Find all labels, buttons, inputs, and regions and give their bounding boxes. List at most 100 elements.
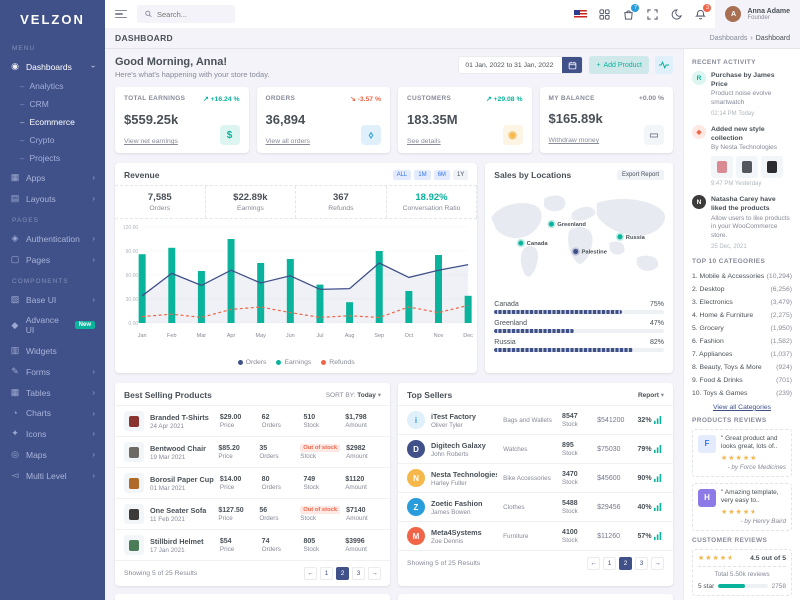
table-row[interactable]: i iTest Factory Oliver Tyler Bags and Wa… (398, 405, 673, 434)
sidebar-item-tables[interactable]: ▦Tables› (0, 382, 105, 403)
legend-item[interactable]: Refunds (321, 359, 354, 366)
breadcrumb-root[interactable]: Dashboards (710, 35, 748, 42)
notifications-bell-icon[interactable]: 3 (694, 8, 707, 21)
sidebar-item-analytics[interactable]: Analytics (0, 77, 105, 95)
language-flag-icon[interactable] (574, 8, 587, 21)
date-range-picker[interactable] (458, 56, 583, 74)
sidebar-item-charts[interactable]: ◔Charts› (0, 403, 105, 423)
page-button[interactable]: ← (587, 557, 600, 570)
category-row[interactable]: 5. Grocery (1,950) (692, 322, 792, 335)
review-card[interactable]: F " Great product and looks great, lots … (692, 429, 792, 477)
map-marker-russia[interactable] (618, 234, 623, 239)
range-button[interactable]: 1Y (453, 170, 468, 180)
category-row[interactable]: 3. Electronics (3,479) (692, 296, 792, 309)
sort-by-control[interactable]: SORT BY: Today ▾ (326, 391, 381, 399)
stat-link[interactable]: Withdraw money (549, 137, 600, 144)
cart-icon[interactable]: 7 (622, 8, 635, 21)
add-product-button[interactable]: +Add Product (589, 56, 649, 74)
sidebar-item-crm[interactable]: CRM (0, 95, 105, 113)
location-name: Canada (494, 301, 519, 308)
brand-logo[interactable]: VELZON (0, 0, 105, 37)
table-row[interactable]: Branded T-Shirts 24 Apr 2021 $29.00Price… (115, 405, 390, 436)
sidebar-item-widgets[interactable]: ▥Widgets (0, 340, 105, 361)
dark-mode-icon[interactable] (670, 8, 683, 21)
page-head: DASHBOARD Dashboards›Dashboard (105, 28, 800, 49)
product-date: 17 Jan 2021 (150, 547, 214, 554)
category-row[interactable]: 1. Mobile & Accessories (10,294) (692, 270, 792, 283)
table-row[interactable]: M Meta4Systems Zoe Dennis Furniture 4100… (398, 521, 673, 550)
table-row[interactable]: D Digitech Galaxy John Roberts Watches 8… (398, 434, 673, 463)
category-row[interactable]: 8. Beauty, Toys & More (924) (692, 361, 792, 374)
calendar-icon (568, 61, 577, 70)
sidebar-item-authentication[interactable]: ◈Authentication› (0, 228, 105, 249)
category-row[interactable]: 2. Desktop (6,256) (692, 283, 792, 296)
page-button[interactable]: 2 (619, 557, 632, 570)
sidebar-item-apps[interactable]: ▦Apps› (0, 167, 105, 188)
table-row[interactable]: N Nesta Technologies Harley Fuller Bike … (398, 463, 673, 492)
view-all-categories-link[interactable]: View all Categories (692, 404, 792, 411)
map-marker-greenland[interactable] (549, 222, 554, 227)
search-input[interactable] (157, 10, 227, 19)
sidebar-item-multi-level[interactable]: ◅Multi Level› (0, 465, 105, 486)
sidebar-item-layouts[interactable]: ▤Layouts› (0, 188, 105, 209)
sidebar-item-dashboards[interactable]: ◉Dashboards› (0, 56, 105, 77)
sidebar-item-icons[interactable]: ✦Icons› (0, 423, 105, 444)
report-control[interactable]: Report ▾ (638, 391, 664, 399)
product-date: 19 Mar 2021 (150, 454, 212, 461)
map-marker-palestine[interactable] (573, 249, 578, 254)
sidebar-item-maps[interactable]: ◎Maps› (0, 444, 105, 465)
page-button[interactable]: ← (304, 567, 317, 580)
revenue-chart[interactable]: 0.0030.0060.0090.00120.00JanFebMarAprMay… (115, 219, 477, 355)
page-button[interactable]: → (368, 567, 381, 580)
sidebar-item-ecommerce[interactable]: Ecommerce (0, 113, 105, 131)
stat-link[interactable]: View net earnings (124, 138, 178, 145)
legend-item[interactable]: Orders (238, 359, 267, 366)
fullscreen-icon[interactable] (646, 8, 659, 21)
page-button[interactable]: → (651, 557, 664, 570)
world-map[interactable]: CanadaGreenlandRussiaPalestine (485, 185, 673, 297)
calendar-button[interactable] (562, 57, 582, 73)
user-menu[interactable]: A Anna Adame Founder (715, 0, 800, 28)
map-marker-canada[interactable] (519, 241, 524, 246)
legend-item[interactable]: Earnings (276, 359, 311, 366)
table-row[interactable]: Borosil Paper Cup 01 Mar 2021 $14.00Pric… (115, 467, 390, 498)
review-card[interactable]: H " Amazing template, very easy to.. ★★★… (692, 483, 792, 531)
table-row[interactable]: One Seater Sofa 11 Feb 2021 $127.50Price… (115, 498, 390, 529)
export-report-button[interactable]: Export Report (617, 170, 664, 180)
category-row[interactable]: 9. Food & Drinks (701) (692, 374, 792, 387)
sidebar-item-forms[interactable]: ✎Forms› (0, 361, 105, 382)
category-count: (924) (776, 364, 792, 371)
range-button[interactable]: 1M (414, 170, 430, 180)
forms-icon: ✎ (10, 366, 20, 377)
product-image[interactable] (736, 156, 758, 178)
sidebar-item-advance-ui[interactable]: ◆Advance UINew (0, 310, 105, 340)
table-row[interactable]: Z Zoetic Fashion James Bowen Clothes 548… (398, 492, 673, 521)
apps-grid-icon[interactable] (598, 8, 611, 21)
search-box[interactable] (137, 5, 235, 23)
product-name: One Seater Sofa (150, 506, 212, 515)
sidebar-item-base-ui[interactable]: ▧Base UI› (0, 289, 105, 310)
date-range-input[interactable] (459, 57, 562, 73)
activity-pulse-button[interactable] (655, 56, 673, 74)
sidebar-item-projects[interactable]: Projects (0, 149, 105, 167)
product-image[interactable] (761, 156, 783, 178)
product-image[interactable] (711, 156, 733, 178)
range-button[interactable]: ALL (393, 170, 412, 180)
sidebar-item-crypto[interactable]: Crypto (0, 131, 105, 149)
page-button[interactable]: 1 (603, 557, 616, 570)
stat-link[interactable]: View all orders (266, 138, 310, 145)
range-button[interactable]: 6M (434, 170, 450, 180)
table-row[interactable]: Stillbird Helmet 17 Jan 2021 $54Price 74… (115, 529, 390, 560)
menu-toggle-icon[interactable] (115, 10, 127, 19)
page-button[interactable]: 1 (320, 567, 333, 580)
page-button[interactable]: 2 (336, 567, 349, 580)
page-button[interactable]: 3 (635, 557, 648, 570)
page-button[interactable]: 3 (352, 567, 365, 580)
category-row[interactable]: 7. Appliances (1,037) (692, 348, 792, 361)
category-row[interactable]: 4. Home & Furniture (2,275) (692, 309, 792, 322)
stat-link[interactable]: See details (407, 138, 441, 145)
sidebar-item-pages[interactable]: ▢Pages› (0, 249, 105, 270)
category-row[interactable]: 10. Toys & Games (239) (692, 387, 792, 400)
category-row[interactable]: 6. Fashion (1,582) (692, 335, 792, 348)
table-row[interactable]: Bentwood Chair 19 Mar 2021 $85.20Price 3… (115, 436, 390, 467)
